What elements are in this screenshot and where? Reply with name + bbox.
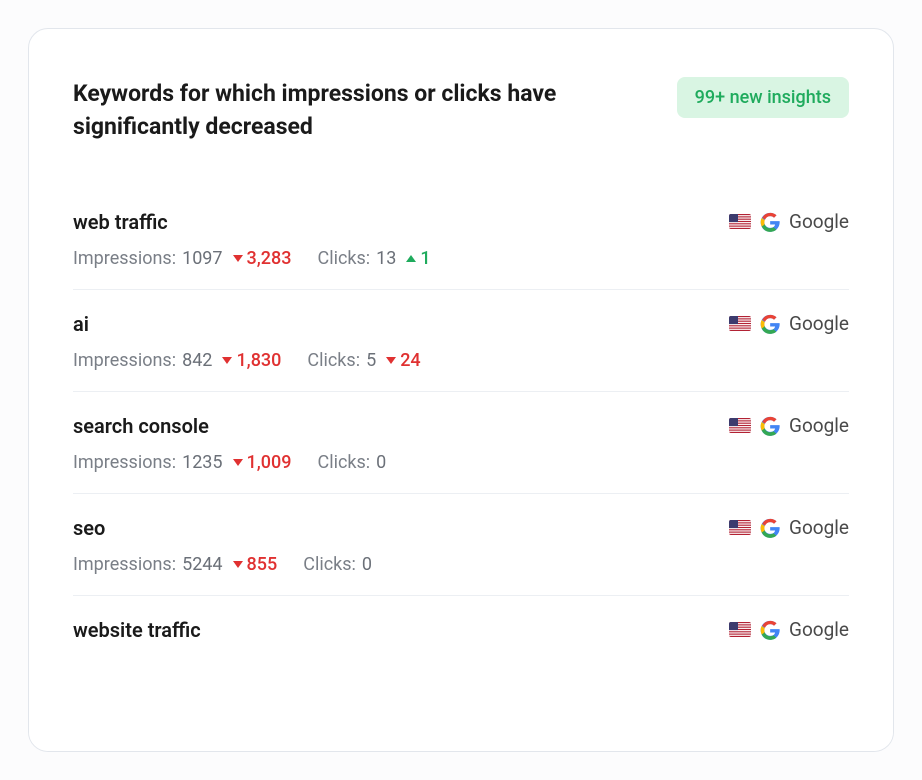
clicks-label: Clicks:	[318, 452, 371, 473]
google-logo-icon	[759, 313, 781, 335]
row-header: web traffic Google	[73, 210, 849, 234]
source-group: Google	[729, 414, 849, 437]
clicks-metric: Clicks: 5 24	[307, 350, 420, 371]
keyword-row[interactable]: seo Google Impressions: 5244 855 Clicks: 0	[73, 494, 849, 596]
google-logo-icon	[759, 211, 781, 233]
clicks-value: 13	[376, 248, 396, 269]
keyword-row[interactable]: search console Google Impressions: 1235 1,00…	[73, 392, 849, 494]
source-group: Google	[729, 210, 849, 233]
row-header: search console Google	[73, 414, 849, 438]
impressions-delta-value: 3,283	[247, 248, 292, 269]
impressions-value: 5244	[182, 554, 222, 575]
caret-up-icon	[406, 255, 416, 262]
impressions-delta: 3,283	[233, 248, 292, 269]
us-flag-icon	[729, 214, 751, 229]
impressions-label: Impressions:	[73, 554, 176, 575]
clicks-value: 0	[362, 554, 372, 575]
row-header: seo Google	[73, 516, 849, 540]
clicks-label: Clicks:	[307, 350, 360, 371]
metrics-line: Impressions: 1235 1,009 Clicks:0	[73, 452, 849, 473]
impressions-metric: Impressions: 1097 3,283	[73, 248, 292, 269]
source-group: Google	[729, 516, 849, 539]
impressions-value: 842	[182, 350, 212, 371]
clicks-value: 5	[366, 350, 376, 371]
caret-down-icon	[386, 357, 396, 364]
impressions-delta-value: 855	[247, 554, 278, 575]
clicks-delta-value: 24	[400, 350, 420, 371]
keyword-list: web traffic Google Impressions: 1097 3,283 Cl…	[73, 188, 849, 676]
row-header: ai Google	[73, 312, 849, 336]
insights-card: Keywords for which impressions or clicks…	[28, 28, 894, 752]
impressions-delta: 855	[233, 554, 278, 575]
source-group: Google	[729, 618, 849, 641]
metrics-line: Impressions: 5244 855 Clicks: 0	[73, 554, 849, 575]
keyword-text: website traffic	[73, 618, 201, 642]
metrics-line: Impressions: 842 1,830 Clicks: 5 24	[73, 350, 849, 371]
keyword-text: search console	[73, 414, 209, 438]
impressions-metric: Impressions: 1235 1,009	[73, 452, 292, 473]
clicks-metric: Clicks:13 1	[318, 248, 431, 269]
clicks-metric: Clicks:0	[318, 452, 387, 473]
impressions-delta: 1,830	[222, 350, 281, 371]
row-header: website traffic Google	[73, 618, 849, 642]
caret-down-icon	[233, 561, 243, 568]
card-header: Keywords for which impressions or clicks…	[73, 77, 849, 144]
keyword-text: seo	[73, 516, 105, 540]
impressions-delta-value: 1,830	[236, 350, 281, 371]
insights-badge[interactable]: 99+ new insights	[677, 77, 849, 118]
source-label: Google	[789, 414, 849, 437]
clicks-delta-value: 1	[420, 248, 430, 269]
card-title: Keywords for which impressions or clicks…	[73, 77, 593, 144]
clicks-delta: 24	[386, 350, 420, 371]
us-flag-icon	[729, 316, 751, 331]
clicks-label: Clicks:	[303, 554, 356, 575]
keyword-row[interactable]: ai Google Impressions: 842 1,830 Clicks: 5 24	[73, 290, 849, 392]
clicks-metric: Clicks: 0	[303, 554, 372, 575]
impressions-delta-value: 1,009	[247, 452, 292, 473]
google-logo-icon	[759, 415, 781, 437]
caret-down-icon	[233, 255, 243, 262]
impressions-value: 1097	[182, 248, 222, 269]
keyword-row[interactable]: web traffic Google Impressions: 1097 3,283 Cl…	[73, 188, 849, 290]
metrics-line: Impressions: 1097 3,283 Clicks:13 1	[73, 248, 849, 269]
clicks-label: Clicks:	[318, 248, 371, 269]
impressions-metric: Impressions: 842 1,830	[73, 350, 281, 371]
source-group: Google	[729, 312, 849, 335]
source-label: Google	[789, 312, 849, 335]
clicks-value: 0	[376, 452, 386, 473]
google-logo-icon	[759, 517, 781, 539]
source-label: Google	[789, 516, 849, 539]
us-flag-icon	[729, 622, 751, 637]
impressions-label: Impressions:	[73, 452, 176, 473]
google-logo-icon	[759, 619, 781, 641]
clicks-delta: 1	[406, 248, 430, 269]
source-label: Google	[789, 618, 849, 641]
caret-down-icon	[233, 459, 243, 466]
keyword-text: ai	[73, 312, 89, 336]
us-flag-icon	[729, 418, 751, 433]
impressions-metric: Impressions: 5244 855	[73, 554, 277, 575]
impressions-label: Impressions:	[73, 350, 176, 371]
impressions-value: 1235	[182, 452, 222, 473]
source-label: Google	[789, 210, 849, 233]
impressions-delta: 1,009	[233, 452, 292, 473]
us-flag-icon	[729, 520, 751, 535]
caret-down-icon	[222, 357, 232, 364]
impressions-label: Impressions:	[73, 248, 176, 269]
keyword-row[interactable]: website traffic Google	[73, 596, 849, 676]
keyword-text: web traffic	[73, 210, 168, 234]
